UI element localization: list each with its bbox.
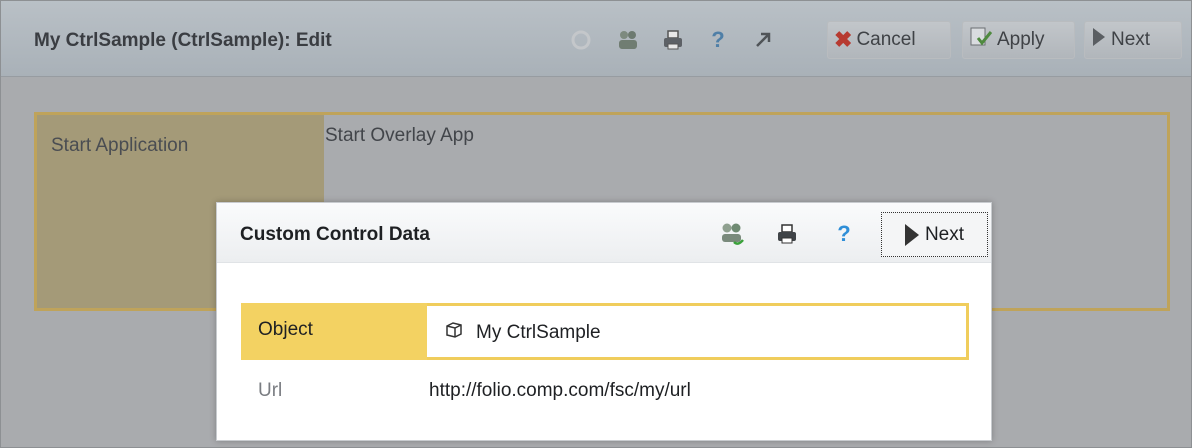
dialog-header: Custom Control Data ? Next: [217, 203, 991, 263]
next-button-main[interactable]: Next: [1084, 21, 1182, 59]
dialog-title: Custom Control Data: [240, 224, 430, 245]
object-value: My CtrlSample: [444, 320, 601, 346]
apply-check-icon: [969, 26, 993, 54]
users-icon[interactable]: [717, 219, 747, 249]
refresh-icon[interactable]: [567, 25, 595, 55]
cancel-button[interactable]: ✖ Cancel: [827, 21, 951, 59]
print-icon[interactable]: [772, 219, 802, 249]
next-arrow-icon: [904, 223, 919, 246]
apply-button[interactable]: Apply: [962, 21, 1075, 59]
cancel-x-icon: ✖: [834, 27, 853, 52]
next-button-label: Next: [1111, 29, 1151, 50]
url-value[interactable]: http://folio.comp.com/fsc/my/url: [429, 380, 691, 402]
custom-control-dialog: Custom Control Data ? Next Object My Ctr…: [216, 202, 992, 441]
popout-arrow-icon[interactable]: [749, 25, 777, 55]
start-application-label: Start Application: [51, 135, 189, 156]
start-application-value[interactable]: Start Overlay App: [325, 125, 474, 147]
next-arrow-icon: [1091, 26, 1107, 54]
apply-button-label: Apply: [997, 29, 1045, 50]
url-label: Url: [258, 380, 283, 401]
window-title: My CtrlSample (CtrlSample): Edit: [34, 30, 332, 51]
users-icon[interactable]: [614, 25, 642, 55]
window-titlebar: My CtrlSample (CtrlSample): Edit ? ✖ Can…: [1, 1, 1191, 77]
help-icon[interactable]: ?: [829, 219, 859, 249]
object-label: Object: [258, 319, 313, 340]
cancel-button-label: Cancel: [856, 29, 916, 50]
object-label-cell: Object: [241, 303, 427, 360]
print-icon[interactable]: [659, 25, 687, 55]
dialog-next-button[interactable]: Next: [881, 212, 988, 257]
object-value-text: My CtrlSample: [476, 322, 601, 343]
object-row[interactable]: Object My CtrlSample: [241, 303, 969, 360]
cube-icon: [444, 320, 464, 346]
dialog-next-label: Next: [924, 223, 965, 245]
help-icon[interactable]: ?: [704, 25, 732, 55]
